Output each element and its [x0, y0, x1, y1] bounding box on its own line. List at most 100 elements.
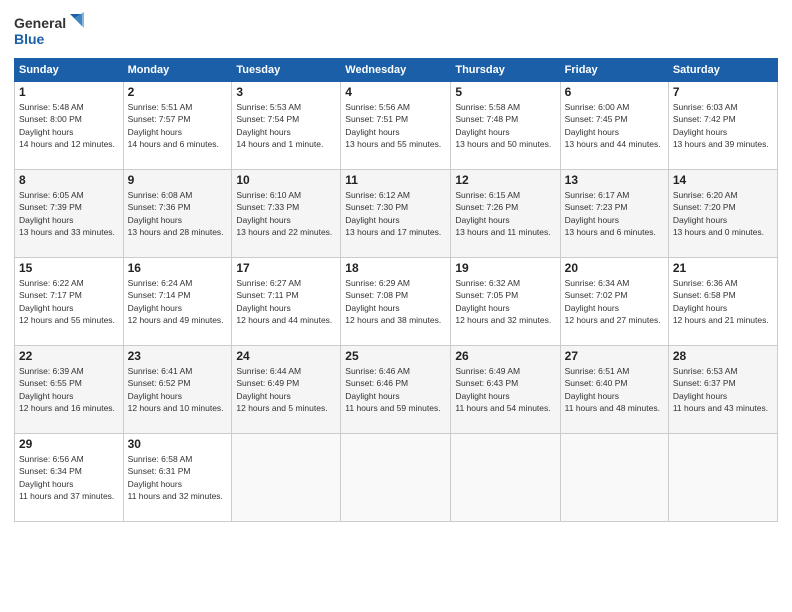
calendar-week-1: 1 Sunrise: 5:48 AMSunset: 8:00 PMDaylight… — [15, 82, 778, 170]
day-number: 17 — [236, 261, 336, 275]
day-number: 9 — [128, 173, 228, 187]
day-number: 3 — [236, 85, 336, 99]
calendar-week-2: 8Sunrise: 6:05 AMSunset: 7:39 PMDaylight… — [15, 170, 778, 258]
day-detail: Sunrise: 6:15 AMSunset: 7:26 PMDaylight … — [455, 189, 555, 238]
calendar-cell: 27 Sunrise: 6:51 AMSunset: 6:40 PMDayligh… — [560, 346, 668, 434]
calendar-week-4: 22 Sunrise: 6:39 AMSunset: 6:55 PMDayligh… — [15, 346, 778, 434]
calendar-cell: 18 Sunrise: 6:29 AMSunset: 7:08 PMDayligh… — [341, 258, 451, 346]
day-detail: Sunrise: 6:05 AMSunset: 7:39 PMDaylight … — [19, 189, 119, 238]
calendar-cell: 26Sunrise: 6:49 AMSunset: 6:43 PMDayligh… — [451, 346, 560, 434]
weekday-header-friday: Friday — [560, 59, 668, 82]
weekday-header-wednesday: Wednesday — [341, 59, 451, 82]
calendar-cell: 23 Sunrise: 6:41 AMSunset: 6:52 PMDayligh… — [123, 346, 232, 434]
day-number: 20 — [565, 261, 664, 275]
day-detail: Sunrise: 5:48 AMSunset: 8:00 PMDaylight … — [19, 101, 119, 150]
day-detail: Sunrise: 6:44 AMSunset: 6:49 PMDaylight … — [236, 365, 336, 414]
day-number: 16 — [128, 261, 228, 275]
calendar-cell: 1 Sunrise: 5:48 AMSunset: 8:00 PMDaylight… — [15, 82, 124, 170]
weekday-header-thursday: Thursday — [451, 59, 560, 82]
day-detail: Sunrise: 6:12 AMSunset: 7:30 PMDaylight … — [345, 189, 446, 238]
day-number: 29 — [19, 437, 119, 451]
calendar-cell: 6 Sunrise: 6:00 AMSunset: 7:45 PMDaylight… — [560, 82, 668, 170]
calendar-cell — [560, 434, 668, 522]
calendar-cell: 15Sunrise: 6:22 AMSunset: 7:17 PMDayligh… — [15, 258, 124, 346]
day-detail: Sunrise: 6:41 AMSunset: 6:52 PMDaylight … — [128, 365, 228, 414]
calendar-week-5: 29 Sunrise: 6:56 AMSunset: 6:34 PMDayligh… — [15, 434, 778, 522]
calendar-cell: 25 Sunrise: 6:46 AMSunset: 6:46 PMDayligh… — [341, 346, 451, 434]
day-detail: Sunrise: 5:58 AMSunset: 7:48 PMDaylight … — [455, 101, 555, 150]
day-number: 13 — [565, 173, 664, 187]
day-detail: Sunrise: 6:29 AMSunset: 7:08 PMDaylight … — [345, 277, 446, 326]
day-detail: Sunrise: 6:24 AMSunset: 7:14 PMDaylight … — [128, 277, 228, 326]
day-detail: Sunrise: 6:58 AMSunset: 6:31 PMDaylight … — [128, 453, 228, 502]
calendar-table: SundayMondayTuesdayWednesdayThursdayFrid… — [14, 58, 778, 522]
weekday-header-saturday: Saturday — [668, 59, 777, 82]
day-number: 12 — [455, 173, 555, 187]
calendar-cell: 14 Sunrise: 6:20 AMSunset: 7:20 PMDayligh… — [668, 170, 777, 258]
calendar-cell: 28 Sunrise: 6:53 AMSunset: 6:37 PMDayligh… — [668, 346, 777, 434]
day-number: 23 — [128, 349, 228, 363]
day-number: 25 — [345, 349, 446, 363]
weekday-header-monday: Monday — [123, 59, 232, 82]
day-detail: Sunrise: 6:39 AMSunset: 6:55 PMDaylight … — [19, 365, 119, 414]
calendar-cell: 9Sunrise: 6:08 AMSunset: 7:36 PMDaylight… — [123, 170, 232, 258]
calendar-cell: 11 Sunrise: 6:12 AMSunset: 7:30 PMDayligh… — [341, 170, 451, 258]
day-detail: Sunrise: 6:34 AMSunset: 7:02 PMDaylight … — [565, 277, 664, 326]
calendar-cell — [668, 434, 777, 522]
calendar-cell: 16 Sunrise: 6:24 AMSunset: 7:14 PMDayligh… — [123, 258, 232, 346]
day-detail: Sunrise: 6:56 AMSunset: 6:34 PMDaylight … — [19, 453, 119, 502]
logo-svg: General Blue — [14, 10, 84, 52]
day-number: 1 — [19, 85, 119, 99]
day-detail: Sunrise: 6:46 AMSunset: 6:46 PMDaylight … — [345, 365, 446, 414]
day-number: 30 — [128, 437, 228, 451]
calendar-cell: 7 Sunrise: 6:03 AMSunset: 7:42 PMDaylight… — [668, 82, 777, 170]
weekday-header-sunday: Sunday — [15, 59, 124, 82]
day-number: 27 — [565, 349, 664, 363]
day-number: 26 — [455, 349, 555, 363]
day-number: 24 — [236, 349, 336, 363]
calendar-cell — [341, 434, 451, 522]
calendar-cell: 29 Sunrise: 6:56 AMSunset: 6:34 PMDayligh… — [15, 434, 124, 522]
day-number: 14 — [673, 173, 773, 187]
day-number: 4 — [345, 85, 446, 99]
day-detail: Sunrise: 6:17 AMSunset: 7:23 PMDaylight … — [565, 189, 664, 238]
day-number: 7 — [673, 85, 773, 99]
logo: General Blue — [14, 10, 84, 52]
day-number: 28 — [673, 349, 773, 363]
calendar-cell: 4Sunrise: 5:56 AMSunset: 7:51 PMDaylight… — [341, 82, 451, 170]
day-number: 10 — [236, 173, 336, 187]
day-number: 18 — [345, 261, 446, 275]
calendar-cell: 3Sunrise: 5:53 AMSunset: 7:54 PMDaylight… — [232, 82, 341, 170]
day-detail: Sunrise: 6:20 AMSunset: 7:20 PMDaylight … — [673, 189, 773, 238]
calendar-cell — [232, 434, 341, 522]
day-detail: Sunrise: 5:51 AMSunset: 7:57 PMDaylight … — [128, 101, 228, 150]
day-number: 11 — [345, 173, 446, 187]
calendar-cell: 30 Sunrise: 6:58 AMSunset: 6:31 PMDayligh… — [123, 434, 232, 522]
calendar-cell: 10 Sunrise: 6:10 AMSunset: 7:33 PMDayligh… — [232, 170, 341, 258]
day-detail: Sunrise: 6:03 AMSunset: 7:42 PMDaylight … — [673, 101, 773, 150]
day-detail: Sunrise: 6:36 AMSunset: 6:58 PMDaylight … — [673, 277, 773, 326]
day-number: 6 — [565, 85, 664, 99]
day-number: 5 — [455, 85, 555, 99]
day-detail: Sunrise: 6:32 AMSunset: 7:05 PMDaylight … — [455, 277, 555, 326]
day-detail: Sunrise: 6:27 AMSunset: 7:11 PMDaylight … — [236, 277, 336, 326]
svg-text:Blue: Blue — [14, 31, 45, 47]
calendar-cell: 22 Sunrise: 6:39 AMSunset: 6:55 PMDayligh… — [15, 346, 124, 434]
weekday-header-tuesday: Tuesday — [232, 59, 341, 82]
calendar-cell: 13 Sunrise: 6:17 AMSunset: 7:23 PMDayligh… — [560, 170, 668, 258]
calendar-cell: 2 Sunrise: 5:51 AMSunset: 7:57 PMDaylight… — [123, 82, 232, 170]
calendar-cell: 21 Sunrise: 6:36 AMSunset: 6:58 PMDayligh… — [668, 258, 777, 346]
calendar-cell: 8Sunrise: 6:05 AMSunset: 7:39 PMDaylight… — [15, 170, 124, 258]
day-number: 21 — [673, 261, 773, 275]
day-number: 22 — [19, 349, 119, 363]
calendar-cell: 19Sunrise: 6:32 AMSunset: 7:05 PMDayligh… — [451, 258, 560, 346]
day-detail: Sunrise: 6:53 AMSunset: 6:37 PMDaylight … — [673, 365, 773, 414]
day-detail: Sunrise: 6:10 AMSunset: 7:33 PMDaylight … — [236, 189, 336, 238]
calendar-cell — [451, 434, 560, 522]
day-number: 2 — [128, 85, 228, 99]
calendar-cell: 12 Sunrise: 6:15 AMSunset: 7:26 PMDayligh… — [451, 170, 560, 258]
calendar-week-3: 15Sunrise: 6:22 AMSunset: 7:17 PMDayligh… — [15, 258, 778, 346]
day-detail: Sunrise: 6:51 AMSunset: 6:40 PMDaylight … — [565, 365, 664, 414]
day-number: 15 — [19, 261, 119, 275]
day-detail: Sunrise: 6:00 AMSunset: 7:45 PMDaylight … — [565, 101, 664, 150]
